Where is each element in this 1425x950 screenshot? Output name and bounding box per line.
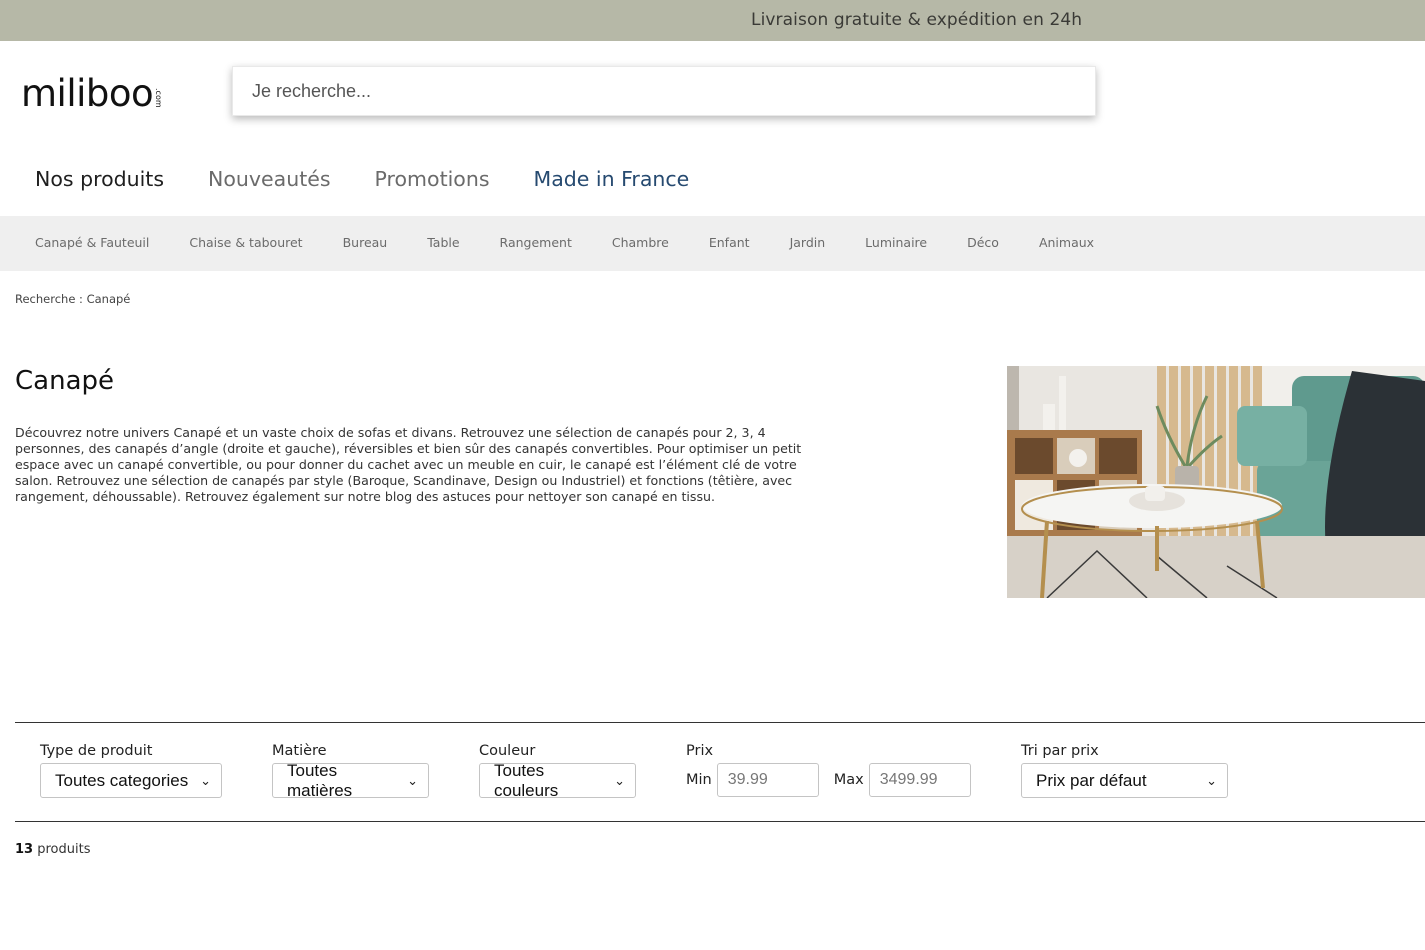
- category-canape-fauteuil[interactable]: Canapé & Fauteuil: [35, 235, 149, 250]
- category-animaux[interactable]: Animaux: [1039, 235, 1094, 250]
- category-chambre[interactable]: Chambre: [612, 235, 669, 250]
- filter-type-select[interactable]: Toutes categories ⌄: [40, 763, 222, 798]
- nav-nouveautes[interactable]: Nouveautés: [208, 165, 331, 195]
- price-max-label: Max: [833, 772, 864, 788]
- chevron-down-icon: ⌄: [200, 772, 211, 788]
- category-bar: Canapé & Fauteuil Chaise & tabouret Bure…: [0, 216, 1425, 271]
- filter-color-value: Toutes couleurs: [494, 760, 559, 800]
- filter-type: Type de produit Toutes categories ⌄: [40, 743, 222, 798]
- filter-type-label: Type de produit: [40, 743, 153, 759]
- logo-suffix: .com: [154, 88, 164, 108]
- filter-color: Couleur Toutes couleurs ⌄: [479, 743, 636, 800]
- filter-material: Matière Toutes matières ⌄: [272, 743, 429, 800]
- filter-sort: Tri par prix Prix par défaut ⌄: [1021, 743, 1228, 798]
- logo[interactable]: miliboo .com: [21, 70, 164, 115]
- filter-sort-label: Tri par prix: [1021, 743, 1099, 759]
- breadcrumb: Recherche : Canapé: [15, 292, 131, 306]
- filter-price: Prix Min Max: [686, 743, 971, 797]
- results-count-unit: produits: [37, 842, 91, 857]
- page-title: Canapé: [15, 366, 114, 396]
- category-jardin[interactable]: Jardin: [790, 235, 826, 250]
- price-min-label: Min: [686, 772, 712, 788]
- nav-made-in-france[interactable]: Made in France: [534, 165, 690, 195]
- filter-type-value: Toutes categories: [55, 770, 189, 790]
- main-nav: Nos produits Nouveautés Promotions Made …: [35, 165, 733, 195]
- price-range: Min Max: [686, 763, 971, 797]
- living-room-illustration: [1007, 366, 1425, 598]
- search-input[interactable]: [233, 67, 1095, 115]
- hero-image: [1007, 366, 1425, 598]
- filter-material-label: Matière: [272, 743, 327, 759]
- announcement-text: Livraison gratuite & expédition en 24h: [751, 10, 1083, 30]
- category-bureau[interactable]: Bureau: [343, 235, 388, 250]
- nav-promotions[interactable]: Promotions: [375, 165, 490, 195]
- page-description: Découvrez notre univers Canapé et un vas…: [15, 425, 802, 504]
- filter-price-label: Prix: [686, 743, 714, 759]
- logo-wordmark: miliboo: [21, 72, 154, 115]
- filter-material-select[interactable]: Toutes matières ⌄: [272, 760, 429, 800]
- category-deco[interactable]: Déco: [967, 235, 999, 250]
- nav-nos-produits[interactable]: Nos produits: [35, 165, 164, 195]
- category-luminaire[interactable]: Luminaire: [865, 235, 927, 250]
- filter-sort-select[interactable]: Prix par défaut ⌄: [1021, 763, 1228, 798]
- filter-color-label: Couleur: [479, 743, 536, 759]
- filter-color-select[interactable]: Toutes couleurs ⌄: [479, 760, 636, 800]
- results-count: 13 produits: [15, 842, 90, 857]
- category-chaise-tabouret[interactable]: Chaise & tabouret: [189, 235, 302, 250]
- chevron-down-icon: ⌄: [407, 772, 418, 788]
- filter-material-value: Toutes matières: [287, 760, 353, 800]
- category-rangement[interactable]: Rangement: [500, 235, 572, 250]
- price-min-input[interactable]: [716, 763, 819, 797]
- filter-sort-value: Prix par défaut: [1036, 770, 1147, 790]
- category-list: Canapé & Fauteuil Chaise & tabouret Bure…: [35, 235, 1134, 250]
- category-table[interactable]: Table: [427, 235, 459, 250]
- chevron-down-icon: ⌄: [614, 772, 625, 788]
- category-enfant[interactable]: Enfant: [709, 235, 750, 250]
- announcement-bar: Livraison gratuite & expédition en 24h: [0, 0, 1425, 41]
- price-max-input[interactable]: [868, 763, 971, 797]
- filter-bar: Type de produit Toutes categories ⌄ Mati…: [15, 722, 1425, 822]
- chevron-down-icon: ⌄: [1206, 772, 1217, 788]
- search-bar: [232, 66, 1096, 116]
- results-count-number: 13: [15, 842, 34, 857]
